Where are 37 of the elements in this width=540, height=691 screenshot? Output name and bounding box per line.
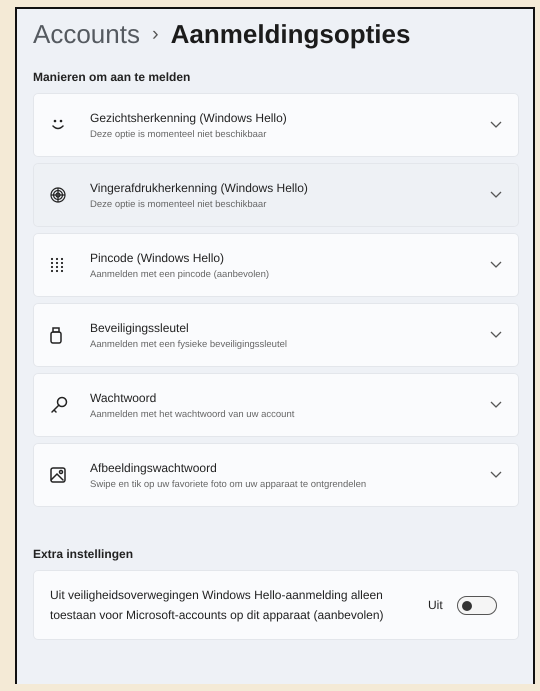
chevron-down-icon bbox=[490, 191, 502, 199]
sign-in-option[interactable]: Gezichtsherkenning (Windows Hello) Deze optie is momenteel niet beschikbaar bbox=[33, 93, 519, 157]
chevron-down-icon bbox=[490, 471, 502, 479]
usb-key-icon bbox=[50, 326, 62, 344]
option-title: Afbeeldingswachtwoord bbox=[90, 460, 218, 474]
sign-in-option[interactable]: Afbeeldingswachtwoord Swipe en tik op uw favoriete foto om uw apparaat te ontgrendelen bbox=[33, 443, 519, 507]
option-title: Vingerafdrukherkenning (Windows Hello) bbox=[90, 180, 309, 194]
sign-in-option[interactable]: Beveiligingssleutel Aanmelden met een fysieke beveiligingssleutel bbox=[33, 303, 519, 367]
chevron-down-icon bbox=[490, 401, 502, 409]
option-description: Swipe en tik op uw favoriete foto om uw apparaat te ontgrendelen bbox=[90, 478, 368, 490]
chevron-down-icon bbox=[490, 121, 502, 129]
option-description: Aanmelden met een pincode (aanbevolen) bbox=[90, 268, 270, 280]
setting-description: Uit veiligheidsoverwegingen Windows Hello-aanmelding alleen toestaan voor Microsoft-accounts op dit apparaat (aanbevolen) bbox=[50, 587, 385, 624]
toggle-state-label: Uit bbox=[428, 598, 443, 612]
chevron-down-icon bbox=[490, 261, 502, 269]
sign-in-option[interactable]: Pincode (Windows Hello) Aanmelden met een pincode (aanbevolen) bbox=[33, 233, 519, 297]
option-title: Gezichtsherkenning (Windows Hello) bbox=[90, 110, 288, 124]
toggle-switch[interactable] bbox=[456, 596, 497, 614]
page-title: Aanmeldingsopties bbox=[170, 19, 410, 50]
smiley-icon bbox=[50, 118, 66, 132]
image-icon bbox=[50, 467, 66, 483]
option-description: Deze optie is momenteel niet beschikbaar bbox=[90, 198, 268, 210]
option-description: Deze optie is momenteel niet beschikbaar bbox=[90, 128, 268, 140]
keypad-icon bbox=[50, 257, 64, 273]
breadcrumb-parent[interactable]: Accounts bbox=[33, 19, 140, 50]
sign-in-option[interactable]: Wachtwoord Aanmelden met het wachtwoord van uw account bbox=[33, 373, 519, 437]
option-description: Aanmelden met het wachtwoord van uw account bbox=[90, 408, 296, 420]
option-title: Wachtwoord bbox=[90, 390, 158, 404]
option-title: Beveiligingssleutel bbox=[90, 320, 190, 334]
option-description: Aanmelden met een fysieke beveiligingssleutel bbox=[90, 338, 288, 350]
section-heading: Manieren om aan te melden bbox=[33, 70, 192, 84]
sign-in-option[interactable]: Vingerafdrukherkenning (Windows Hello) Deze optie is momenteel niet beschikbaar bbox=[33, 163, 519, 227]
key-icon bbox=[50, 396, 68, 414]
breadcrumb-separator: › bbox=[152, 23, 159, 46]
option-title: Pincode (Windows Hello) bbox=[90, 250, 226, 264]
chevron-down-icon bbox=[490, 331, 502, 339]
section-heading: Extra instellingen bbox=[33, 547, 134, 561]
